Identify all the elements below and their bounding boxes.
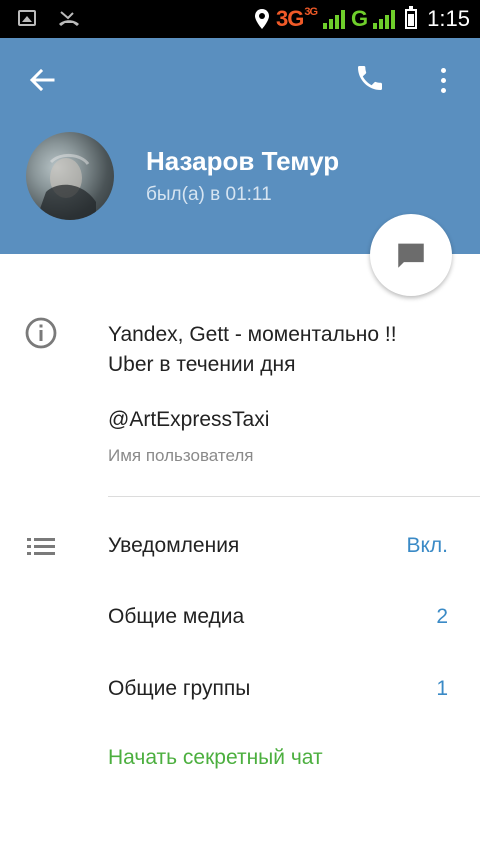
clock: 1:15 [427, 6, 470, 31]
phone-icon [358, 66, 382, 90]
contact-name: Назаров Темур [146, 146, 340, 176]
last-seen-status: был(а) в 01:11 [146, 184, 272, 205]
bio-line-2: Uber в течении дня [108, 353, 296, 376]
avatar[interactable] [26, 132, 114, 220]
list-icon [27, 538, 55, 555]
battery-icon [405, 6, 418, 29]
back-button[interactable] [24, 62, 60, 98]
missed-call-icon [59, 11, 79, 26]
status-bar: 3G3G G 1:15 [0, 0, 480, 38]
notifications-label: Уведомления [108, 534, 240, 557]
common-groups-count: 1 [436, 677, 448, 700]
gallery-notification-icon [18, 10, 36, 26]
shared-media-label: Общие медиа [108, 605, 245, 628]
start-secret-chat-button[interactable]: Начать секретный чат [108, 746, 323, 770]
message-icon [398, 243, 424, 268]
send-message-button[interactable] [370, 214, 452, 296]
info-icon [25, 317, 57, 349]
username-caption: Имя пользователя [108, 446, 254, 465]
shared-media-count: 2 [436, 605, 448, 628]
username[interactable]: @ArtExpressTaxi [108, 408, 269, 432]
network-3g-label: 3G3G [276, 6, 318, 31]
signal-bars-icon [323, 9, 346, 29]
divider [108, 496, 480, 497]
notifications-value: Вкл. [406, 534, 448, 557]
bio-line-1: Yandex, Gett - моментально !! [108, 323, 397, 346]
common-groups-row[interactable]: Общие группы 1 [108, 669, 448, 709]
more-options-button[interactable] [428, 62, 458, 98]
location-icon [255, 9, 269, 29]
network-g-label: G [351, 6, 368, 31]
notifications-row[interactable]: Уведомления Вкл. [108, 526, 448, 566]
call-button[interactable] [354, 62, 390, 98]
back-arrow-icon [29, 68, 55, 92]
common-groups-label: Общие группы [108, 677, 251, 700]
signal-bars-icon-2 [373, 9, 396, 29]
bio-text: Yandex, Gett - моментально !! Uber в теч… [108, 320, 458, 380]
more-vert-icon [440, 67, 446, 73]
avatar-photo [36, 154, 96, 220]
shared-media-row[interactable]: Общие медиа 2 [108, 597, 448, 637]
